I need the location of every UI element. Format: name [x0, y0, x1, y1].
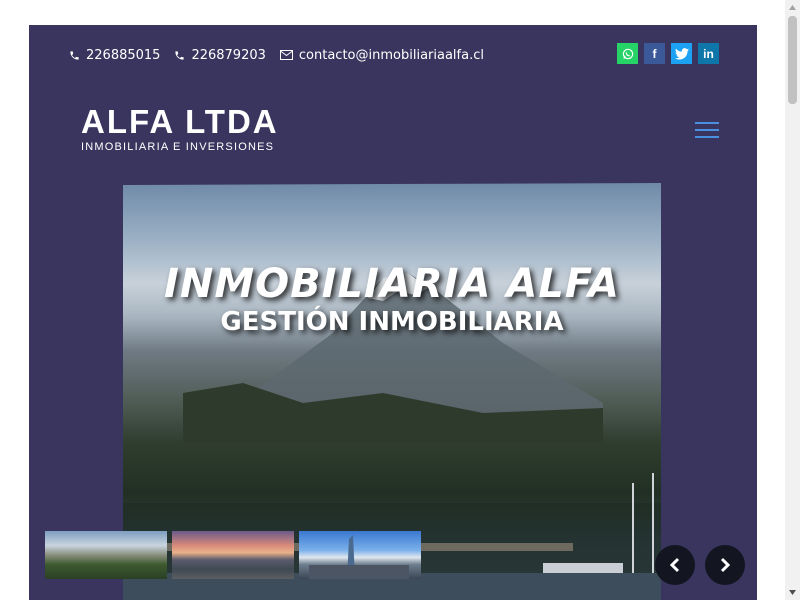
phone-2-text: 226879203 — [191, 47, 266, 63]
logo-sub-text: INMOBILIARIA E INVERSIONES — [81, 141, 275, 153]
social-links: f in — [617, 43, 719, 64]
vertical-scrollbar[interactable] — [785, 0, 800, 600]
facebook-glyph: f — [652, 46, 657, 61]
next-slide-button[interactable] — [705, 545, 745, 585]
twitter-glyph — [674, 47, 689, 60]
hamburger-line — [695, 122, 719, 124]
phone-icon — [70, 50, 79, 60]
whatsapp-glyph — [622, 48, 633, 59]
scroll-thumb[interactable] — [788, 16, 797, 104]
skyline-tower — [309, 535, 409, 579]
phone-1-text: 226885015 — [86, 47, 161, 63]
hero-subtitle: GESTIÓN INMOBILIARIA — [220, 307, 564, 337]
hero-title: INMOBILIARIA ALFA — [163, 261, 620, 307]
slide-thumbnails — [45, 531, 421, 579]
prev-slide-button[interactable] — [655, 545, 695, 585]
thumbnail-skyline[interactable] — [299, 531, 421, 579]
phone-contact-1[interactable]: 226885015 — [69, 48, 160, 63]
contact-bar: 226885015 226879203 contacto@inmobiliari… — [69, 43, 719, 67]
whatsapp-icon[interactable] — [617, 43, 638, 64]
scroll-down-icon[interactable] — [785, 585, 800, 600]
phone-icon — [175, 50, 185, 60]
twitter-icon[interactable] — [671, 43, 692, 64]
email-contact[interactable]: contacto@inmobiliariaalfa.cl — [279, 47, 484, 63]
chevron-right-icon — [720, 557, 731, 573]
linkedin-glyph: in — [703, 46, 714, 61]
phone-contact-2[interactable]: 226879203 — [174, 47, 266, 63]
facebook-icon[interactable]: f — [644, 43, 665, 64]
thumbnail-volcano[interactable] — [45, 531, 167, 579]
page-frame: 226885015 226879203 contacto@inmobiliari… — [29, 25, 757, 600]
thumbnail-city-sunset[interactable] — [172, 531, 294, 579]
envelope-icon — [279, 50, 293, 60]
logo-main-text: ALFA LTDA — [81, 103, 279, 140]
hamburger-icon[interactable] — [695, 122, 719, 140]
site-logo[interactable]: ALFA LTDA INMOBILIARIA E INVERSIONES — [81, 103, 279, 154]
linkedin-icon[interactable]: in — [698, 43, 719, 64]
email-text: contacto@inmobiliariaalfa.cl — [298, 47, 484, 63]
chevron-left-icon — [669, 557, 680, 573]
scroll-up-icon[interactable] — [785, 0, 800, 15]
hamburger-line — [695, 129, 719, 131]
hamburger-line — [695, 136, 719, 138]
